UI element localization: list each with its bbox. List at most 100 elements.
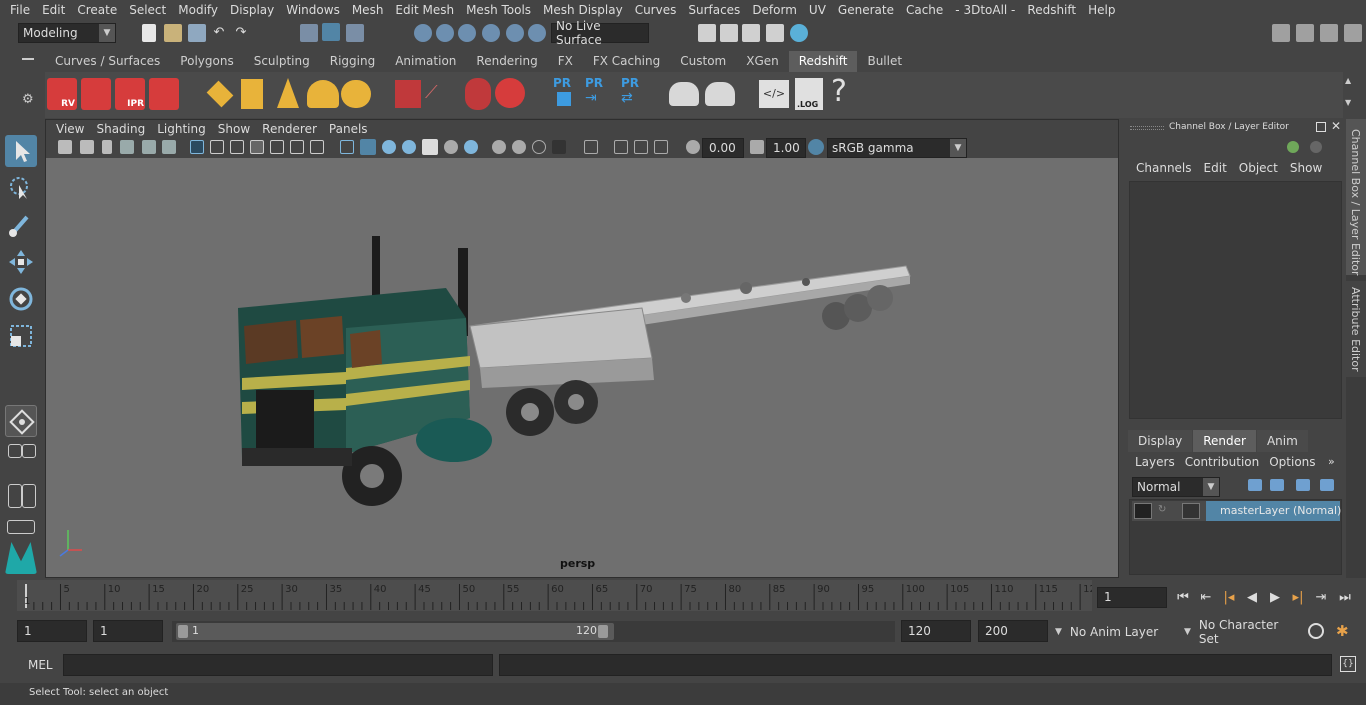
select-component-icon[interactable] [346,24,364,42]
shelf-tab-bullet[interactable]: Bullet [857,51,912,72]
shelf-tab-sculpting[interactable]: Sculpting [244,51,320,72]
rs-volume-button[interactable]: ⟋ [425,82,455,108]
gamma-icon[interactable] [750,140,764,154]
outliner-layout-icon[interactable] [8,484,22,508]
rs-sphere-button[interactable] [495,78,525,108]
menu-file[interactable]: File [4,0,36,20]
shelf-tab-rigging[interactable]: Rigging [320,51,385,72]
image-plane-icon[interactable] [120,140,134,154]
panel-menu-panels[interactable]: Panels [323,122,374,136]
channel-box-options-icon[interactable] [1287,141,1299,153]
two-d-pan-icon[interactable] [142,140,156,154]
menu-create[interactable]: Create [71,0,123,20]
render-view-icon[interactable] [698,24,716,42]
rs-hair-button[interactable] [465,78,491,110]
channel-box-menu-show[interactable]: Show [1284,161,1328,175]
lasso-tool-icon[interactable] [5,173,37,205]
workspace-icon[interactable] [1272,24,1290,42]
layer-menu-options[interactable]: Options [1264,455,1320,469]
shelf-tab-custom[interactable]: Custom [670,51,736,72]
new-layer-selected-icon[interactable] [1320,479,1334,491]
go-to-end-icon[interactable]: ⏭ [1336,590,1354,606]
resolution-gate-icon[interactable] [230,140,244,154]
panel-menu-view[interactable]: View [50,122,90,136]
close-panel-icon[interactable]: ✕ [1331,119,1341,133]
default-material-icon[interactable] [402,140,416,154]
clapper-icon[interactable] [1182,503,1200,519]
smooth-shade-icon[interactable] [360,139,376,155]
menu-mesh-tools[interactable]: Mesh Tools [460,0,537,20]
xray-icon[interactable] [614,140,628,154]
attribute-editor-icon[interactable] [1320,24,1338,42]
layer-tab-anim[interactable]: Anim [1256,430,1308,452]
shade-options-icon[interactable] [382,140,396,154]
move-layer-down-icon[interactable] [1270,479,1284,491]
log-button[interactable]: .LOG [795,78,823,110]
redshift-render-view-button[interactable]: RV [47,78,77,110]
menu-uv[interactable]: UV [803,0,832,20]
channel-box-menu-object[interactable]: Object [1233,161,1284,175]
redo-icon[interactable]: ↷ [232,25,250,41]
select-object-icon[interactable] [322,23,340,41]
pr-cube-button[interactable]: PR [553,76,575,112]
shelf-options-icon[interactable] [22,58,34,60]
redshift-settings-button[interactable] [149,78,179,110]
snap-grid-icon[interactable] [414,24,432,42]
live-surface-field[interactable]: No Live Surface [551,19,649,47]
character-set-dropdown[interactable]: ▼ No Character Set [1180,618,1300,646]
menu-windows[interactable]: Windows [280,0,346,20]
menu-surfaces[interactable]: Surfaces [682,0,746,20]
render-settings-icon[interactable] [766,24,784,42]
menu-select[interactable]: Select [123,0,172,20]
current-frame-field[interactable]: 1 [1097,587,1167,608]
range-start-handle[interactable] [178,625,188,638]
menu-curves[interactable]: Curves [629,0,683,20]
layer-menu-expand-icon[interactable]: » [1328,455,1335,468]
menu-redshift[interactable]: Redshift [1021,0,1082,20]
script-editor-icon[interactable]: {} [1340,656,1356,672]
shelf-tab-rendering[interactable]: Rendering [466,51,547,72]
scale-tool-icon[interactable] [5,320,37,352]
anti-aliasing-icon[interactable] [532,140,546,154]
animation-end-field[interactable]: 200 [978,620,1048,642]
rs-physical-light-button[interactable] [277,78,299,108]
snap-surface-icon[interactable] [506,24,524,42]
step-back-icon[interactable]: ⇤ [1197,590,1215,606]
layer-menu-contribution[interactable]: Contribution [1180,455,1265,469]
shelf-tab-curves-surfaces[interactable]: Curves / Surfaces [45,51,170,72]
bake-pie-button[interactable] [669,82,699,106]
auto-key-icon[interactable] [1308,623,1324,639]
render-toggle-icon[interactable] [1134,503,1152,519]
menu-mesh-display[interactable]: Mesh Display [537,0,629,20]
panel-menu-shading[interactable]: Shading [90,122,151,136]
range-slider[interactable]: 1 120 [172,621,895,642]
rs-dome-light-button[interactable] [307,80,339,108]
snap-curve-icon[interactable] [436,24,454,42]
anim-layer-dropdown[interactable]: ▼ No Anim Layer [1051,621,1174,642]
shelf-tab-fx-caching[interactable]: FX Caching [583,51,670,72]
use-all-lights-icon[interactable] [444,140,458,154]
move-layer-up-icon[interactable] [1248,479,1262,491]
range-slider-bar[interactable] [176,623,614,640]
layer-tab-render[interactable]: Render [1193,430,1256,452]
layer-menu-layers[interactable]: Layers [1130,455,1180,469]
layout-preset-icon[interactable] [7,520,35,534]
select-tool-icon[interactable] [5,135,37,167]
textured-icon[interactable] [422,139,438,155]
help-question-icon[interactable]: ? [831,74,847,109]
pr-export-button[interactable]: PR ⇥ [585,76,611,112]
scene-start-field[interactable]: 1 [17,620,87,642]
move-tool-icon[interactable] [5,246,37,278]
range-end-handle[interactable] [598,625,608,638]
paint-select-icon[interactable] [5,209,37,241]
shelf-tab-redshift[interactable]: Redshift [788,51,858,72]
modeling-toolkit-icon[interactable] [1296,24,1314,42]
channel-box-icon[interactable] [1344,24,1362,42]
command-language-label[interactable]: MEL [28,658,53,672]
shelf-tab-animation[interactable]: Animation [385,51,466,72]
render-frame-icon[interactable] [720,24,738,42]
side-tab-attribute-editor[interactable]: Attribute Editor [1346,281,1366,377]
single-perspective-layout-icon[interactable] [8,444,22,458]
rs-portal-light-button[interactable] [241,79,263,109]
open-scene-icon[interactable] [164,24,182,42]
